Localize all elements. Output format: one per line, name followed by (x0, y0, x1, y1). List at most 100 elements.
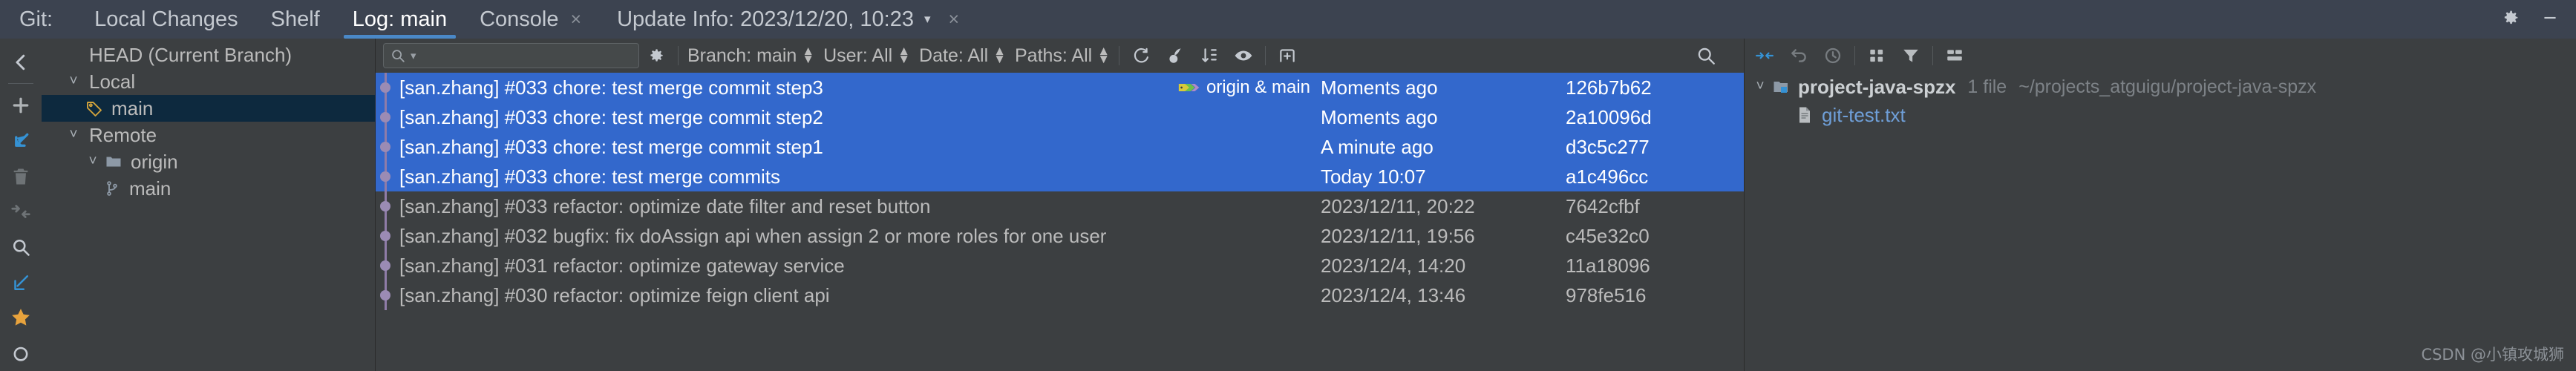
commit-date: Today 10:07 (1321, 165, 1426, 188)
commit-subject: [san.zhang] #033 chore: test merge commi… (399, 165, 781, 188)
chevron-updown-icon[interactable]: ▲ ▼ (993, 45, 1006, 65)
commit-log-panel: ▾ Branch: main ▲ ▼ User: All ▲ ▼ Date: A… (376, 39, 1745, 371)
close-icon[interactable]: × (949, 9, 960, 30)
new-tab-icon[interactable] (1270, 39, 1304, 73)
log-main-area: HEAD (Current Branch) ˅ Local main ˅ Rem… (0, 39, 2576, 371)
branch-group-local[interactable]: ˅ Local (42, 68, 375, 95)
changes-toolbar (1745, 39, 2576, 73)
chevron-updown-icon[interactable]: ▲ ▼ (1097, 45, 1110, 65)
paths-filter-label: Paths: All (1014, 45, 1093, 66)
refresh-icon[interactable] (1124, 39, 1158, 73)
table-row[interactable]: [san.zhang] #033 chore: test merge commi… (376, 102, 1744, 132)
update-project-icon[interactable] (0, 123, 42, 159)
table-row[interactable]: [san.zhang] #033 chore: test merge commi… (376, 73, 1744, 102)
commit-hash: 11a18096 (1566, 254, 1650, 277)
commit-hash: c45e32c0 (1566, 224, 1650, 247)
changes-row-file[interactable]: git-test.txt (1745, 101, 2576, 129)
log-toolbar: ▾ Branch: main ▲ ▼ User: All ▲ ▼ Date: A… (376, 39, 1744, 73)
chevron-updown-icon[interactable]: ▲ ▼ (802, 45, 814, 65)
branch-item-origin-main[interactable]: main (42, 175, 375, 202)
gear-icon[interactable] (639, 39, 673, 73)
chevron-updown-icon[interactable]: ▲ ▼ (898, 45, 910, 65)
divider (1854, 46, 1855, 65)
branch-filter[interactable]: Branch: main ▲ ▼ (683, 45, 819, 67)
table-row[interactable]: [san.zhang] #033 chore: test merge commi… (376, 162, 1744, 191)
paths-filter[interactable]: Paths: All ▲ ▼ (1010, 45, 1114, 67)
search-log-icon[interactable] (1689, 39, 1723, 73)
commit-graph (376, 191, 395, 221)
expand-collapse-icon[interactable] (1748, 39, 1782, 73)
chevron-down-icon[interactable]: ˅ (64, 127, 83, 143)
branch-icon (101, 180, 123, 197)
changes-row-project[interactable]: ˅ project-java-spzx 1 file ~/projects_at… (1745, 73, 2576, 101)
table-row[interactable]: [san.zhang] #031 refactor: optimize gate… (376, 251, 1744, 280)
search-icon (392, 50, 405, 62)
commit-subject: [san.zhang] #030 refactor: optimize feig… (399, 283, 830, 306)
minimize-icon[interactable] (2540, 8, 2560, 31)
commit-hash: 978fe516 (1566, 283, 1647, 306)
close-icon[interactable]: × (570, 10, 581, 29)
commit-graph (376, 102, 395, 132)
chevron-down-icon[interactable]: ˅ (64, 73, 83, 90)
chevron-down-icon[interactable]: ▾ (411, 49, 416, 62)
branch-item-local-main[interactable]: main (42, 95, 375, 122)
commit-hash: 126b7b62 (1566, 76, 1652, 99)
favorite-icon[interactable] (0, 301, 42, 336)
add-icon[interactable] (0, 88, 42, 124)
search-icon[interactable] (0, 229, 42, 265)
chevron-down-icon[interactable]: ˅ (1750, 79, 1770, 95)
gear-icon[interactable] (2500, 7, 2521, 32)
branch-label-icon (1178, 84, 1200, 91)
date-filter-label: Date: All (919, 45, 989, 66)
commit-graph (376, 162, 395, 191)
cherry-pick-icon[interactable] (1158, 39, 1192, 73)
user-filter[interactable]: User: All ▲ ▼ (819, 45, 915, 67)
compare-branches-icon[interactable] (0, 194, 42, 230)
chevron-down-icon[interactable]: ˅ (83, 154, 102, 170)
commit-table[interactable]: [san.zhang] #033 chore: test merge commi… (376, 73, 1744, 371)
more-icon[interactable] (0, 335, 42, 371)
tab-local-changes[interactable]: Local Changes (78, 0, 254, 39)
commit-date: 2023/12/4, 13:46 (1321, 283, 1466, 306)
table-row[interactable]: [san.zhang] #033 chore: test merge commi… (376, 132, 1744, 162)
checkout-icon[interactable] (0, 265, 42, 301)
tab-console[interactable]: Console × (463, 0, 598, 39)
commit-hash: 7642cfbf (1566, 194, 1640, 217)
search-input[interactable]: ▾ (383, 43, 639, 68)
update-info-label: Update Info: 2023/12/20, 10:23 (617, 7, 914, 31)
layout-icon[interactable] (1938, 39, 1972, 73)
history-icon[interactable] (1816, 39, 1850, 73)
chevron-down-icon[interactable]: ▾ (924, 12, 931, 27)
tab-shelf[interactable]: Shelf (255, 0, 336, 39)
date-filter[interactable]: Date: All ▲ ▼ (915, 45, 1010, 67)
branches-action-rail (0, 39, 42, 371)
commit-date: 2023/12/11, 20:22 (1321, 194, 1475, 217)
divider (1265, 46, 1266, 65)
branch-label: origin (131, 150, 178, 173)
branch-group-origin[interactable]: ˅ origin (42, 148, 375, 175)
table-row[interactable]: [san.zhang] #032 bugfix: fix doAssign ap… (376, 221, 1744, 251)
delete-icon[interactable] (0, 159, 42, 194)
branch-label: main (129, 177, 171, 200)
branch-tree-head[interactable]: HEAD (Current Branch) (42, 42, 375, 68)
update-info-tab[interactable]: Update Info: 2023/12/20, 10:23 ▾ × (617, 7, 959, 32)
ref-label[interactable]: origin & main (1178, 77, 1310, 98)
group-by-icon[interactable] (1860, 39, 1894, 73)
collapse-panel-icon[interactable] (0, 45, 42, 80)
branch-label: Local (89, 70, 136, 93)
commit-graph (376, 132, 395, 162)
branch-group-remote[interactable]: ˅ Remote (42, 122, 375, 148)
table-row[interactable]: [san.zhang] #030 refactor: optimize feig… (376, 280, 1744, 310)
filter-icon[interactable] (1894, 39, 1928, 73)
show-hide-icon[interactable] (1226, 39, 1261, 73)
undo-icon[interactable] (1782, 39, 1816, 73)
watermark: CSDN @小镇攻城狮 (2421, 346, 2564, 364)
sort-icon[interactable] (1192, 39, 1226, 73)
commit-hash: a1c496cc (1566, 165, 1649, 188)
user-filter-label: User: All (823, 45, 893, 66)
divider (1932, 46, 1933, 65)
table-row[interactable]: [san.zhang] #033 refactor: optimize date… (376, 191, 1744, 221)
tab-label: Local Changes (94, 7, 238, 31)
branch-label: HEAD (Current Branch) (89, 43, 292, 66)
tab-log-main[interactable]: Log: main (336, 0, 463, 39)
